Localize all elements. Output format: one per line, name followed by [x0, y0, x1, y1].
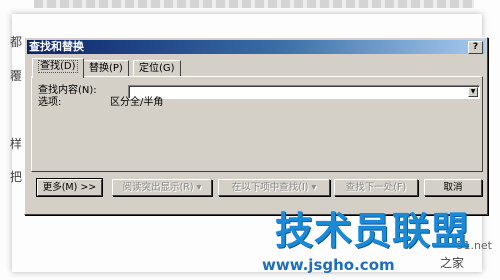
options-label: 选项:	[38, 97, 62, 108]
tab-find[interactable]: 查找(D)	[32, 58, 84, 78]
dialog-title: 查找和替换	[29, 40, 84, 53]
chevron-down-icon[interactable]: ▼	[468, 87, 478, 97]
find-in-button[interactable]: 在以下项中查找(I) ▾	[218, 179, 330, 196]
tab-goto-label: 定位(G)	[139, 63, 175, 74]
find-replace-dialog: 查找和替换 ? 查找(D) 替换(P) 定位(G) 查找内容(N): ▼ 选项:…	[24, 37, 488, 215]
find-next-button[interactable]: 查找下一处(F)	[334, 179, 418, 196]
tab-find-label: 查找(D)	[38, 60, 78, 73]
document-text-fragment: 之家	[440, 256, 465, 270]
watermark-brand: 技术员联盟	[275, 209, 471, 253]
tab-replace[interactable]: 替换(P)	[83, 60, 129, 77]
more-button[interactable]: 更多(M) >>	[36, 178, 103, 197]
watermark-url: www.jsgho.com	[262, 256, 395, 274]
tab-goto[interactable]: 定位(G)	[133, 60, 181, 77]
document-text-fragment: 样	[10, 137, 23, 151]
cancel-button[interactable]: 取消	[424, 179, 482, 196]
dialog-titlebar[interactable]: 查找和替换 ?	[27, 40, 485, 54]
document-text-fragment: 把	[10, 170, 23, 184]
find-what-label: 查找内容(N):	[38, 85, 97, 96]
find-what-input[interactable]: ▼	[128, 85, 480, 99]
reading-highlight-button[interactable]: 阅读突出显示(R) ▾	[112, 179, 212, 196]
document-text-line	[34, 0, 474, 8]
find-tab-panel: 查找内容(N): ▼ 选项: 区分全/半角	[31, 76, 483, 172]
document-text-fragment: 都	[10, 35, 23, 49]
document-text-fragment: 覆	[10, 69, 23, 83]
help-button[interactable]: ?	[468, 41, 483, 54]
tab-replace-label: 替换(P)	[89, 63, 123, 74]
options-value: 区分全/半角	[110, 97, 164, 108]
